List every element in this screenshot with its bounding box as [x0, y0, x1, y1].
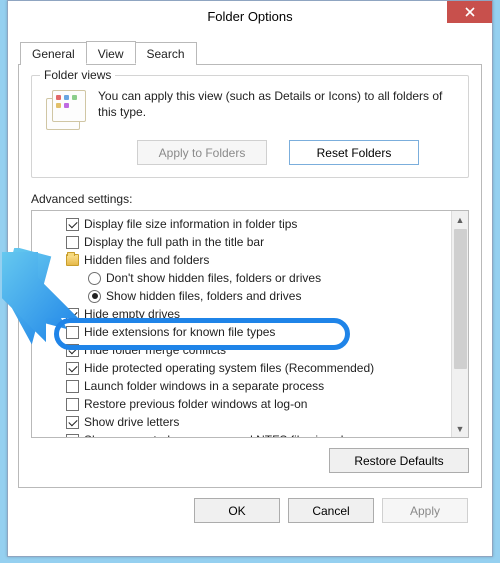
- tab-panel-view: Folder views You can apply this view (su…: [18, 65, 482, 488]
- checkbox[interactable]: [66, 380, 79, 393]
- list-item[interactable]: Show hidden files, folders and drives: [36, 287, 449, 305]
- close-icon: [465, 7, 475, 17]
- radio[interactable]: [88, 290, 101, 303]
- checkbox[interactable]: [66, 398, 79, 411]
- reset-folders-button[interactable]: Reset Folders: [289, 140, 419, 165]
- apply-button[interactable]: Apply: [382, 498, 468, 523]
- item-label: Hide protected operating system files (R…: [84, 361, 374, 375]
- tab-search[interactable]: Search: [135, 42, 197, 65]
- list-item[interactable]: Hide protected operating system files (R…: [36, 359, 449, 377]
- checkbox[interactable]: [66, 434, 79, 438]
- item-label: Show drive letters: [84, 415, 179, 429]
- list-item[interactable]: Show encrypted or compressed NTFS files …: [36, 431, 449, 437]
- folder-icon: [66, 254, 79, 266]
- list-inner: Display file size information in folder …: [32, 211, 451, 437]
- checkbox[interactable]: [66, 218, 79, 231]
- item-label: Hide extensions for known file types: [84, 325, 275, 339]
- list-item[interactable]: Launch folder windows in a separate proc…: [36, 377, 449, 395]
- scroll-up-icon[interactable]: ▲: [452, 211, 468, 228]
- list-item[interactable]: Restore previous folder windows at log-o…: [36, 395, 449, 413]
- restore-defaults-button[interactable]: Restore Defaults: [329, 448, 469, 473]
- list-item[interactable]: Hide empty drives: [36, 305, 449, 323]
- folder-views-buttons: Apply to Folders Reset Folders: [98, 140, 458, 165]
- folder-views-group: Folder views You can apply this view (su…: [31, 75, 469, 178]
- restore-defaults-row: Restore Defaults: [31, 448, 469, 473]
- folder-options-window: Folder Options General View Search Folde…: [7, 0, 493, 557]
- list-item[interactable]: Display file size information in folder …: [36, 215, 449, 233]
- folder-views-row: You can apply this view (such as Details…: [42, 86, 458, 130]
- checkbox[interactable]: [66, 416, 79, 429]
- client-area: General View Search Folder views You can…: [8, 31, 492, 531]
- item-label: Show encrypted or compressed NTFS files …: [84, 433, 361, 437]
- scroll-thumb[interactable]: [454, 229, 467, 369]
- list-item[interactable]: Hide folder merge conflicts: [36, 341, 449, 359]
- scroll-down-icon[interactable]: ▼: [452, 420, 468, 437]
- checkbox[interactable]: [66, 344, 79, 357]
- ok-button[interactable]: OK: [194, 498, 280, 523]
- checkbox[interactable]: [66, 308, 79, 321]
- titlebar: Folder Options: [8, 1, 492, 31]
- list-item[interactable]: Don't show hidden files, folders or driv…: [36, 269, 449, 287]
- checkbox[interactable]: [66, 326, 79, 339]
- item-label: Hide folder merge conflicts: [84, 343, 226, 357]
- tab-strip: General View Search: [18, 41, 482, 65]
- item-label: Hidden files and folders: [84, 253, 209, 267]
- close-button[interactable]: [447, 1, 492, 23]
- list-item[interactable]: Hidden files and folders: [36, 251, 449, 269]
- dialog-buttons: OK Cancel Apply: [18, 488, 482, 523]
- tab-view[interactable]: View: [86, 41, 136, 64]
- scrollbar[interactable]: ▲ ▼: [451, 211, 468, 437]
- list-item[interactable]: Hide extensions for known file types: [36, 323, 449, 341]
- checkbox[interactable]: [66, 236, 79, 249]
- item-label: Hide empty drives: [84, 307, 180, 321]
- folder-views-desc: You can apply this view (such as Details…: [98, 86, 458, 120]
- window-title: Folder Options: [207, 9, 292, 24]
- folder-views-label: Folder views: [40, 68, 115, 82]
- checkbox[interactable]: [66, 362, 79, 375]
- item-label: Don't show hidden files, folders or driv…: [106, 271, 321, 285]
- advanced-settings-list[interactable]: Display file size information in folder …: [31, 210, 469, 438]
- folder-views-icon: [46, 90, 86, 130]
- item-label: Restore previous folder windows at log-o…: [84, 397, 307, 411]
- list-item[interactable]: Show drive letters: [36, 413, 449, 431]
- radio[interactable]: [88, 272, 101, 285]
- tab-general[interactable]: General: [20, 42, 87, 65]
- item-label: Launch folder windows in a separate proc…: [84, 379, 324, 393]
- list-item[interactable]: Display the full path in the title bar: [36, 233, 449, 251]
- item-label: Display the full path in the title bar: [84, 235, 264, 249]
- apply-to-folders-button[interactable]: Apply to Folders: [137, 140, 267, 165]
- advanced-settings-label: Advanced settings:: [31, 192, 469, 206]
- item-label: Show hidden files, folders and drives: [106, 289, 301, 303]
- item-label: Display file size information in folder …: [84, 217, 297, 231]
- cancel-button[interactable]: Cancel: [288, 498, 374, 523]
